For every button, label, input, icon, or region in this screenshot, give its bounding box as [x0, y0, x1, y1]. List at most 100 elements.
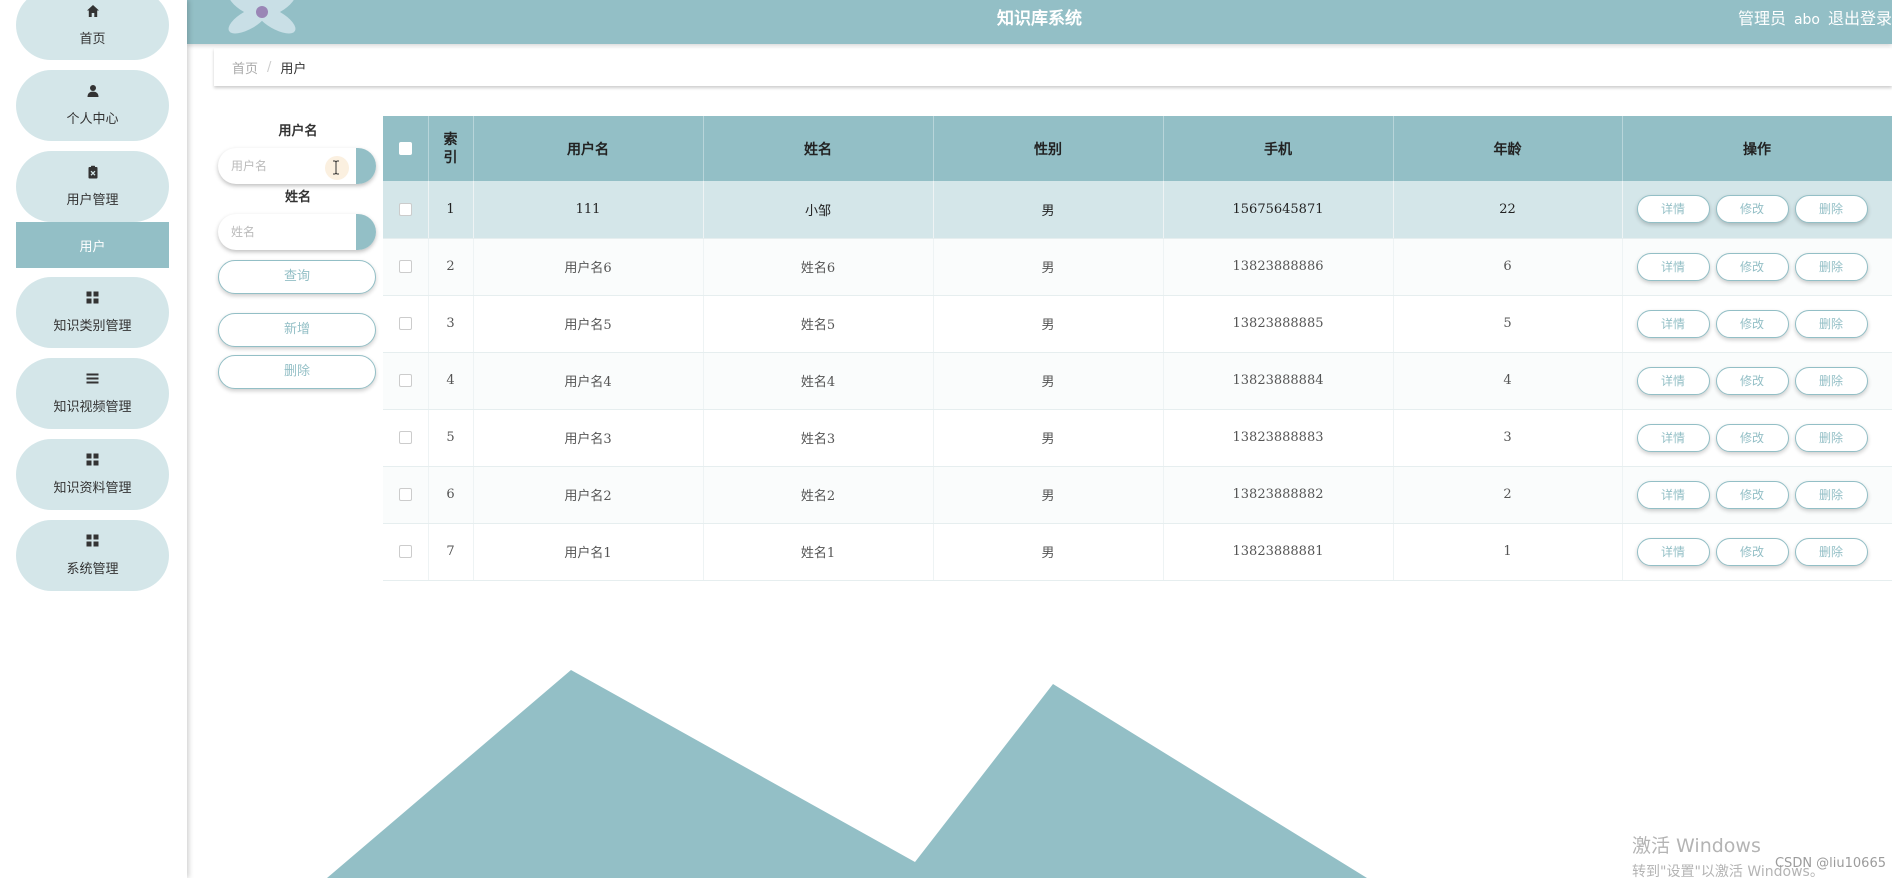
cell-index: 6: [428, 466, 474, 524]
cell-phone: 13823888881: [1163, 523, 1394, 581]
user-area: 管理员 abo 退出登录: [1730, 5, 1892, 29]
grid-icon: [86, 534, 99, 552]
sidebar-item-personal-center[interactable]: 个人中心: [16, 70, 169, 141]
cell-name: 姓名1: [703, 523, 934, 581]
cell-age: 6: [1393, 238, 1623, 296]
name-input[interactable]: [218, 214, 356, 250]
table-row[interactable]: 2 用户名6 姓名6 男 13823888886 6 详情 修改 删除: [383, 238, 1892, 296]
table-row[interactable]: 5 用户名3 姓名3 男 13823888883 3 详情 修改 删除: [383, 409, 1892, 467]
add-button[interactable]: 新增: [218, 313, 376, 347]
delete-button[interactable]: 删除: [1794, 309, 1868, 338]
grid-icon: [86, 453, 99, 471]
sidebar-item-material-management[interactable]: 知识资料管理: [16, 439, 169, 510]
cell-phone: 13823888884: [1163, 352, 1394, 410]
detail-button[interactable]: 详情: [1636, 423, 1710, 452]
select-all-checkbox[interactable]: [398, 142, 412, 155]
cell-username: 用户名6: [473, 238, 704, 296]
name-input-cap: [356, 214, 376, 250]
username-input-cap: [356, 148, 376, 184]
cell-phone: 15675645871: [1163, 181, 1394, 239]
breadcrumb-current: 用户: [280, 61, 307, 77]
edit-button[interactable]: 修改: [1715, 423, 1789, 452]
detail-button[interactable]: 详情: [1636, 537, 1710, 566]
breadcrumb-home[interactable]: 首页: [232, 58, 258, 77]
edit-button[interactable]: 修改: [1715, 252, 1789, 281]
sidebar-item-category-management[interactable]: 知识类别管理: [16, 277, 169, 348]
delete-button[interactable]: 删除: [1794, 252, 1868, 281]
cell-gender: 男: [933, 295, 1164, 353]
detail-button[interactable]: 详情: [1636, 480, 1710, 509]
table-header-row: 索引 用户名 姓名 性别 手机 年龄 操作: [383, 116, 1892, 181]
cell-name: 姓名3: [703, 409, 934, 467]
clipboard-icon: [86, 165, 100, 183]
cell-username: 用户名4: [473, 352, 704, 410]
sidebar-item-home[interactable]: 首页: [16, 0, 169, 60]
table-row[interactable]: 3 用户名5 姓名5 男 13823888885 5 详情 修改 删除: [383, 295, 1892, 353]
table-row[interactable]: 6 用户名2 姓名2 男 13823888882 2 详情 修改 删除: [383, 466, 1892, 524]
detail-button[interactable]: 详情: [1636, 252, 1710, 281]
user-role: 管理员: [1737, 9, 1786, 28]
edit-button[interactable]: 修改: [1715, 480, 1789, 509]
cell-username: 用户名3: [473, 409, 704, 467]
list-icon: [86, 372, 99, 390]
cell-age: 5: [1393, 295, 1623, 353]
edit-button[interactable]: 修改: [1715, 195, 1789, 224]
text-cursor-icon: [325, 156, 349, 180]
cell-name: 小邹: [703, 181, 934, 239]
cell-age: 1: [1393, 523, 1623, 581]
row-checkbox[interactable]: [398, 202, 412, 216]
cell-age: 22: [1393, 181, 1623, 239]
detail-button[interactable]: 详情: [1636, 366, 1710, 395]
cell-username: 用户名1: [473, 523, 704, 581]
person-icon: [86, 84, 100, 102]
row-checkbox[interactable]: [398, 260, 412, 273]
row-checkbox[interactable]: [398, 431, 412, 444]
cell-phone: 13823888883: [1163, 409, 1394, 467]
cell-index: 1: [428, 181, 474, 239]
delete-button[interactable]: 删除: [1794, 195, 1868, 224]
row-checkbox[interactable]: [398, 545, 412, 558]
delete-button[interactable]: 删除: [1794, 423, 1868, 452]
edit-button[interactable]: 修改: [1715, 537, 1789, 566]
sidebar-subitem-users[interactable]: 用户: [16, 222, 169, 268]
cell-username: 用户名2: [473, 466, 704, 524]
column-header-name: 姓名: [703, 116, 934, 181]
delete-button[interactable]: 删除: [1794, 537, 1868, 566]
breadcrumb: 首页 / 用户: [214, 48, 1892, 86]
sidebar-item-label: 用户管理: [66, 193, 119, 208]
row-checkbox[interactable]: [398, 488, 412, 501]
sidebar-item-system-management[interactable]: 系统管理: [16, 520, 169, 591]
delete-button[interactable]: 删除: [1794, 366, 1868, 395]
query-button[interactable]: 查询: [218, 260, 376, 294]
logout-link[interactable]: 退出登录: [1828, 9, 1892, 28]
delete-button[interactable]: 删除: [1794, 480, 1868, 509]
sidebar-item-label: 个人中心: [66, 112, 119, 127]
table-row[interactable]: 7 用户名1 姓名1 男 13823888881 1 详情 修改 删除: [383, 523, 1892, 581]
cell-gender: 男: [933, 238, 1164, 296]
sidebar-item-user-management[interactable]: 用户管理: [16, 151, 169, 222]
cell-age: 2: [1393, 466, 1623, 524]
cell-phone: 13823888886: [1163, 238, 1394, 296]
sidebar-item-video-management[interactable]: 知识视频管理: [16, 358, 169, 429]
cell-gender: 男: [933, 466, 1164, 524]
sidebar-item-label: 首页: [79, 31, 106, 47]
sidebar-item-label: 系统管理: [66, 562, 119, 577]
detail-button[interactable]: 详情: [1636, 309, 1710, 338]
row-checkbox[interactable]: [398, 317, 412, 330]
cell-phone: 13823888885: [1163, 295, 1394, 353]
top-header: 知识库系统 管理员 abo 退出登录: [187, 0, 1892, 44]
cell-gender: 男: [933, 181, 1164, 239]
user-table-wrap: 索引 用户名 姓名 性别 手机 年龄 操作 1 111 小邹 男 1567564…: [383, 116, 1892, 581]
table-row[interactable]: 4 用户名4 姓名4 男 13823888884 4 详情 修改 删除: [383, 352, 1892, 410]
row-checkbox[interactable]: [398, 374, 412, 387]
cell-username: 用户名5: [473, 295, 704, 353]
table-row[interactable]: 1 111 小邹 男 15675645871 22 详情 修改 删除: [383, 181, 1892, 239]
detail-button[interactable]: 详情: [1636, 195, 1710, 224]
sidebar-item-label: 知识视频管理: [53, 400, 132, 415]
edit-button[interactable]: 修改: [1715, 309, 1789, 338]
column-header-index: 索引: [428, 116, 474, 181]
batch-delete-button[interactable]: 删除: [218, 355, 376, 389]
grid-icon: [86, 291, 99, 309]
name-label: 姓名: [284, 190, 311, 205]
edit-button[interactable]: 修改: [1715, 366, 1789, 395]
